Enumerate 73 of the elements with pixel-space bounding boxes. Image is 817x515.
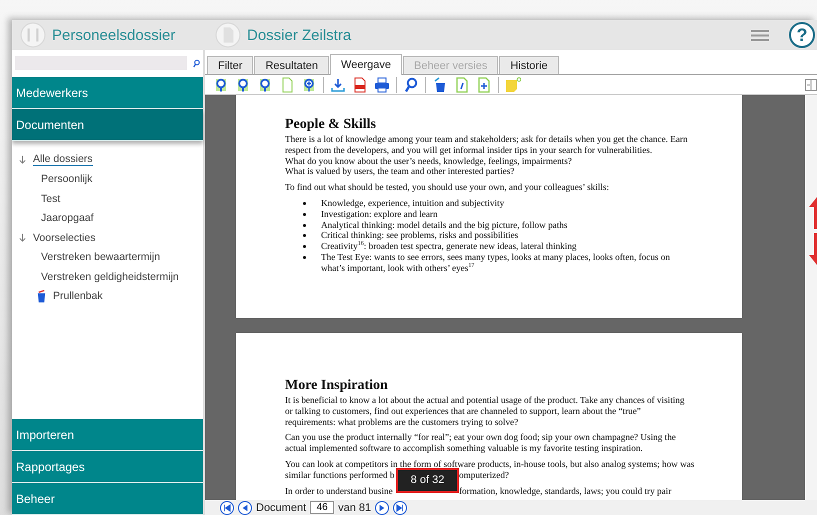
tree-item[interactable]: Verstreken bewaartermijn: [41, 251, 160, 264]
paragraph: It is beneficial to know a lot about the actual and potential usage of the product. Take any chances of visiting or talking to customers, find out experiences that are channeled to support, learn about the “true” requirements: what problems are the customers trying to solve?: [285, 395, 686, 428]
list-item: Knowledge, experience, intuition and subjectivity: [321, 198, 504, 209]
nav-section[interactable]: Importeren: [12, 419, 203, 451]
paragraph: There is a lot of knowledge among your team and stakeholders; ask for details when you get the chance. Earn respect from the developers, and you will get informal insider tips in your search for vulnerabilities.: [285, 134, 689, 156]
page-tooltip: 8 of 32: [396, 468, 459, 493]
nav-section[interactable]: Rapportages: [12, 451, 203, 483]
paragraph: You can look at competitors in the form of software products, in-house tools, but also analog systems; how was: [285, 458, 694, 470]
tree-item[interactable]: Voorselecties: [33, 232, 96, 244]
first-page-button[interactable]: [220, 500, 234, 514]
document-label: Document: [256, 502, 306, 514]
triangle-left-icon: [241, 504, 249, 512]
paragraph: To find out what should be tested, you should use your own, and your colleagues’ skills:: [285, 182, 610, 193]
bullet-icon: [303, 234, 306, 238]
triangle-right-icon: [378, 504, 386, 512]
tree-item[interactable]: Verstreken geldigheidstermijn: [41, 270, 179, 283]
nav-section[interactable]: Documenten: [12, 109, 203, 141]
dossier-title: Dossier Zeilstra: [247, 26, 352, 44]
pdf-icon[interactable]: [352, 76, 368, 92]
zoom-icon[interactable]: [235, 76, 251, 92]
last-page-button[interactable]: [393, 500, 408, 514]
tab[interactable]: Historie: [499, 56, 559, 74]
list-item: The Test Eye: wants to see errors, sees many types, looks at many places, looks often, focus on what’s important, look with others’ eyes$^{17}$: [321, 252, 671, 274]
skip-forward-icon: [396, 504, 404, 512]
expand-arrow-icon[interactable]: [18, 233, 27, 242]
app-title: Personeelsdossier: [52, 26, 176, 44]
document-total: van 81: [338, 502, 372, 514]
zoom-icon[interactable]: [257, 76, 273, 92]
tree-item[interactable]: Persoonlijk: [41, 173, 92, 186]
zoom-in-icon[interactable]: [301, 76, 317, 92]
page-heading: More Inspiration: [285, 378, 389, 394]
tree-item[interactable]: Jaaropgaaf: [41, 212, 94, 224]
skip-back-icon: [223, 504, 231, 512]
next-button[interactable]: [375, 500, 390, 514]
help-button[interactable]: ?: [789, 22, 815, 48]
app-logo-icon: [20, 22, 46, 48]
text-line: In order to understand busine: [285, 486, 394, 496]
text-line: formation, knowledge, standards, laws; you could try pair: [459, 486, 672, 496]
tree-item[interactable]: Test: [41, 192, 60, 205]
list-item: Critical thinking: see problems, risks and possibilities: [321, 230, 518, 241]
zoom-icon[interactable]: [213, 76, 229, 92]
list-item: Creativity$^{16}$: broaden test spectra, generate new ideas, lateral thinking: [321, 241, 577, 252]
add-document-icon[interactable]: [476, 76, 492, 92]
bullet-icon: [303, 202, 306, 205]
paragraph: What do you know about the user’s needs, knowledge, feelings, impairments?: [285, 156, 573, 166]
expand-arrow-icon[interactable]: [18, 155, 27, 164]
split-view-icon[interactable]: [805, 78, 817, 90]
tree-item[interactable]: Prullenbak: [53, 290, 103, 302]
tab[interactable]: Resultaten: [254, 56, 330, 74]
document-number-field[interactable]: 46: [310, 501, 334, 514]
paragraph: What is valued by users, the team and other interested parties?: [285, 166, 516, 178]
bullet-icon: [303, 256, 306, 259]
print-icon[interactable]: [374, 76, 390, 92]
edit-document-icon[interactable]: [454, 76, 470, 92]
page-heading: People & Skills: [285, 117, 378, 133]
tab[interactable]: Weergave: [330, 54, 402, 75]
tree-item[interactable]: Alle dossiers: [33, 153, 93, 166]
nav-section[interactable]: Medewerkers: [12, 77, 203, 109]
trash-icon: [36, 289, 47, 304]
text-line: similar functions performed b: [285, 470, 396, 481]
text-line: omputerized?: [459, 470, 509, 481]
nav-section[interactable]: Beheer: [12, 483, 203, 515]
bullet-icon: [303, 245, 306, 248]
previous-button[interactable]: [238, 500, 252, 514]
tab[interactable]: Filter: [207, 56, 254, 74]
paragraph: Can you use the product internally “for real”; eat your own dog food; sip your own champagne? Using the actual implemented software to accomplish something valuable is my favorite testing inspiration.: [285, 432, 677, 454]
trash-icon[interactable]: [432, 76, 448, 92]
bullet-icon: [303, 224, 306, 227]
download-icon[interactable]: [330, 76, 346, 92]
bullet-icon: [303, 212, 306, 216]
list-item: Investigation: explore and learn: [321, 208, 438, 220]
list-item: Analytical thinking: model details and the big picture, follow paths: [321, 220, 568, 230]
search-icon[interactable]: [403, 76, 419, 92]
